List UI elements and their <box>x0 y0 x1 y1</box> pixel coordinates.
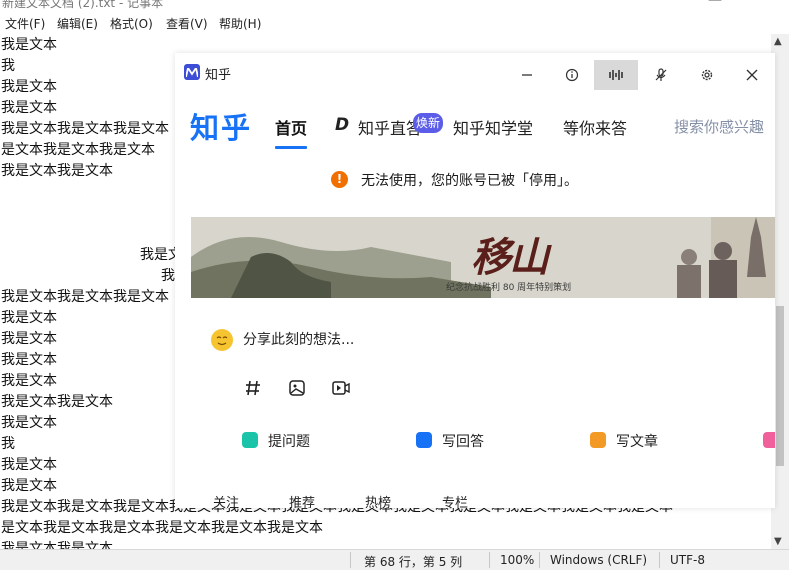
status-line-ending: Windows (CRLF) <box>550 553 648 567</box>
info-button[interactable] <box>550 60 594 90</box>
share-input[interactable]: 分享此刻的想法... <box>243 329 354 349</box>
text-line: 我是文本我是文本 <box>1 163 113 179</box>
answer-icon <box>416 432 432 448</box>
zhihu-logo-icon <box>184 64 200 80</box>
hash-icon[interactable] <box>243 378 263 398</box>
audio-button[interactable] <box>594 60 638 90</box>
scroll-thumb[interactable] <box>776 306 784 466</box>
status-divider <box>489 552 490 568</box>
text-line: 我是文本我是文本 <box>1 394 113 410</box>
feed-tabs: 关注 推荐 热榜 专栏 <box>175 492 775 508</box>
tab-recommended[interactable]: 推荐 <box>289 492 315 508</box>
video-icon[interactable] <box>331 378 351 398</box>
text-line: 我是文本 <box>1 457 57 473</box>
text-line: 我 <box>161 268 175 284</box>
gear-icon <box>701 69 713 81</box>
tab-following[interactable]: 关注 <box>213 492 239 508</box>
menu-edit[interactable]: 编辑(E) <box>57 15 98 32</box>
search-input[interactable]: 搜索你感兴趣 <box>674 116 764 137</box>
text-line: 我是文本 <box>1 478 57 494</box>
menu-view[interactable]: 查看(V) <box>166 15 208 32</box>
minimize-icon <box>522 74 532 76</box>
text-line: 我是文本 <box>1 37 57 53</box>
nav-waiting-answers[interactable]: 等你来答 <box>563 115 627 139</box>
zhihu-header: 知乎 首页 D 知乎直答 焕新 知乎知学堂 等你来答 搜索你感兴趣 <box>175 97 775 157</box>
text-line: 是文本我是文本我是文本 <box>1 142 155 158</box>
nav-xuetang[interactable]: 知乎知学堂 <box>453 115 533 139</box>
status-zoom: 100% <box>500 553 535 567</box>
banner-caption: 纪念抗战胜利 80 周年特别策划 <box>446 283 572 293</box>
zhihu-window: 知乎 知乎 首页 D 知乎直答 焕新 知乎知学堂 等你来答 搜索你感兴趣 ! 无… <box>175 53 775 508</box>
text-line: 我 <box>1 58 15 74</box>
zhihu-brand-logo[interactable]: 知乎 <box>190 105 252 147</box>
scroll-down-icon[interactable]: ▼ <box>774 536 782 547</box>
text-line: 我是文本 <box>1 373 57 389</box>
menu-file[interactable]: 文件(F) <box>5 15 45 32</box>
notepad-statusbar: 第 68 行，第 5 列 100% Windows (CRLF) UTF-8 <box>0 549 789 570</box>
write-answer-label: 写回答 <box>442 434 484 450</box>
text-line: 我是文本 <box>1 310 57 326</box>
close-icon <box>746 69 758 81</box>
campaign-banner[interactable]: 移山 纪念抗战胜利 80 周年特别策划 <box>191 217 775 298</box>
minimize-button[interactable] <box>505 60 549 90</box>
text-line: 我是文本 <box>1 415 57 431</box>
text-line: 我是文本 <box>1 100 57 116</box>
status-encoding: UTF-8 <box>670 553 705 567</box>
pen-icon <box>590 432 606 448</box>
notepad-menubar: 文件(F) 编辑(E) 格式(O) 查看(V) 帮助(H) <box>0 12 789 34</box>
notepad-title: 新建文本文档 (2).txt - 记事本 <box>2 0 164 10</box>
text-line: 我是文本我是文本 <box>1 541 113 549</box>
status-divider <box>659 552 660 568</box>
microphone-off-icon <box>655 68 667 81</box>
text-line: 我是文本我是文本我是文本 <box>1 121 169 137</box>
tab-column[interactable]: 专栏 <box>442 492 468 508</box>
status-divider <box>350 552 351 568</box>
settings-button[interactable] <box>685 60 729 90</box>
video-play-icon <box>763 432 775 448</box>
ask-question-label: 提问题 <box>268 434 310 450</box>
new-badge: 焕新 <box>413 113 443 133</box>
scroll-up-icon[interactable]: ▲ <box>774 36 782 47</box>
menu-format[interactable]: 格式(O) <box>110 15 153 32</box>
info-icon <box>565 68 579 82</box>
audio-icon <box>609 70 623 80</box>
zhihu-titlebar: 知乎 <box>175 53 775 97</box>
image-icon[interactable] <box>287 378 307 398</box>
nav-active-indicator <box>275 146 307 149</box>
status-divider <box>539 552 540 568</box>
text-line: 我是文本 <box>1 79 57 95</box>
tab-hot[interactable]: 热榜 <box>365 492 391 508</box>
warning-icon: ! <box>331 171 348 188</box>
nav-home[interactable]: 首页 <box>275 115 307 139</box>
mic-off-button[interactable] <box>639 60 683 90</box>
smiley-icon <box>211 329 233 351</box>
menu-help[interactable]: 帮助(H) <box>219 15 261 32</box>
text-line: 是文本我是文本我是文本我是文本我是文本我是文本 <box>1 520 323 536</box>
zhihu-window-title: 知乎 <box>205 68 232 83</box>
text-line: 我是文本 <box>1 331 57 347</box>
status-position: 第 68 行，第 5 列 <box>364 555 463 569</box>
notepad-titlebar: 新建文本文档 (2).txt - 记事本 — <box>0 0 789 12</box>
minimize-icon[interactable]: — <box>708 0 722 8</box>
question-icon <box>242 432 258 448</box>
text-line: 我 <box>1 436 15 452</box>
text-line: 我是文本我是文本我是文本 <box>1 289 169 305</box>
write-article-label: 写文章 <box>616 434 658 450</box>
text-line: 我是文本 <box>1 352 57 368</box>
zhizhi-logo-icon: D <box>335 115 350 135</box>
close-button[interactable] <box>730 60 774 90</box>
account-notice-text: 无法使用，您的账号已被「停用」。 <box>361 173 578 189</box>
banner-title: 移山 <box>471 234 549 281</box>
